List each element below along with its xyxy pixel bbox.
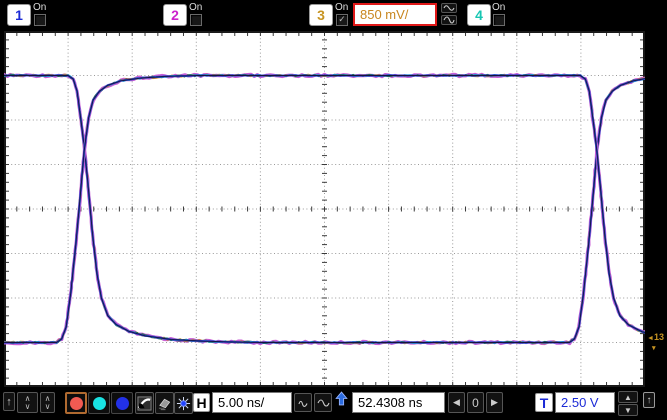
position-left-button[interactable]: ◀: [448, 392, 465, 413]
channel1-on-label: On: [33, 2, 47, 13]
channel2-button[interactable]: 2: [163, 4, 187, 26]
brightness-icon: [176, 396, 191, 410]
trigger-level-field[interactable]: 2.50 V: [555, 392, 615, 413]
marker-ground-icon: ▾: [652, 345, 656, 352]
timebase-fine-down-button[interactable]: [294, 393, 312, 412]
channel4-button[interactable]: 4: [467, 4, 491, 26]
position-zero-button[interactable]: 0: [467, 392, 484, 413]
channel2-number: 2: [171, 7, 179, 23]
cyan-circle-icon: [92, 396, 106, 410]
small-sine-icon: [298, 400, 308, 407]
large-sine-icon: [317, 398, 330, 407]
trigger-level-value: 2.50 V: [561, 395, 599, 410]
large-sine-icon: [443, 16, 455, 24]
up-arrow-icon: ↑: [646, 394, 652, 406]
blue-circle-icon: [115, 396, 129, 410]
horizontal-position-field[interactable]: 52.4308 ns: [352, 392, 445, 413]
trigger-position-indicator[interactable]: [335, 391, 348, 406]
color-cyan-button[interactable]: [88, 392, 110, 414]
chevron-down-icon: ∨: [44, 401, 51, 411]
small-sine-icon: [443, 5, 455, 11]
scroll-up-right-button[interactable]: ↑: [643, 392, 655, 408]
trigger-section-label: T: [535, 393, 553, 412]
right-triangle-icon: ▶: [491, 397, 498, 407]
channel2-on-label: On: [189, 2, 203, 13]
horizontal-position-value: 52.4308 ns: [358, 395, 423, 410]
check-icon: ✓: [338, 14, 346, 24]
trigger-level-down-button[interactable]: ▼: [618, 404, 638, 416]
channel1-number: 1: [15, 7, 23, 23]
scroll-up-left-button[interactable]: ↑: [3, 392, 15, 411]
top-bar: 1 On 2 On 3 On ✓ 850 mV/ 4 On: [0, 0, 667, 30]
timebase-value: 5.00 ns/: [218, 395, 265, 410]
position-right-button[interactable]: ▶: [486, 392, 503, 413]
channel3-scale-fine-up-button[interactable]: [441, 3, 457, 13]
channel3-button[interactable]: 3: [309, 4, 333, 26]
channel3-scale-field[interactable]: 850 mV/: [353, 3, 437, 26]
color-red-button[interactable]: [65, 392, 87, 414]
horizontal-section-label: H: [193, 393, 210, 412]
blue-up-arrow-icon: [335, 391, 348, 406]
t-label: T: [539, 394, 549, 411]
zero-label: 0: [472, 395, 479, 410]
up-triangle-icon: ▲: [624, 392, 632, 402]
channel4-number: 4: [475, 7, 483, 23]
trigger-level-up-button[interactable]: ▲: [618, 391, 638, 403]
h-label: H: [196, 394, 207, 411]
up-arrow-icon: ↑: [6, 395, 12, 408]
channel-ground-marker: ◄13 ▾: [647, 333, 664, 353]
channel3-on-label: On: [335, 2, 349, 13]
eraser-icon: [158, 398, 171, 410]
waveform-plot: [4, 31, 645, 387]
channel1-on-checkbox[interactable]: [34, 14, 46, 26]
marker-label: 13: [653, 332, 664, 342]
channel3-number: 3: [317, 7, 325, 23]
channel3-scale-fine-down-button[interactable]: [441, 15, 457, 25]
clear-display-button[interactable]: [155, 392, 174, 414]
bottom-bar: ↑ ∧ ∨ ∧ ∨ H 5.00 ns/ 52.4308 ns ◀ 0 ▶ T …: [0, 389, 667, 420]
timebase-fine-up-button[interactable]: [314, 393, 332, 412]
channel2-on-checkbox[interactable]: [190, 14, 202, 26]
vertical-spinner-small[interactable]: ∧ ∨: [40, 392, 55, 413]
channel3-scale-value: 850 mV/: [360, 7, 409, 22]
vertical-spinner-large[interactable]: ∧ ∨: [17, 392, 38, 413]
down-triangle-icon: ▼: [624, 405, 632, 415]
display-mode-button[interactable]: [135, 392, 154, 414]
channel4-on-checkbox[interactable]: [493, 14, 505, 26]
brightness-button[interactable]: [174, 392, 193, 414]
color-blue-button[interactable]: [111, 392, 133, 414]
channel1-button[interactable]: 1: [7, 4, 31, 26]
display-mode-icon: [137, 395, 152, 411]
left-triangle-icon: ◀: [453, 397, 460, 407]
channel4-on-label: On: [492, 2, 506, 13]
chevron-down-icon: ∨: [24, 401, 31, 411]
channel3-on-checkbox[interactable]: ✓: [336, 14, 348, 26]
timebase-field[interactable]: 5.00 ns/: [212, 392, 292, 413]
red-circle-icon: [69, 396, 83, 410]
marker-left-arrow-icon: ◄: [647, 335, 654, 342]
oscilloscope-screen: 1 On 2 On 3 On ✓ 850 mV/ 4 On ◄13 ▾ ↑ ∧ …: [0, 0, 667, 420]
